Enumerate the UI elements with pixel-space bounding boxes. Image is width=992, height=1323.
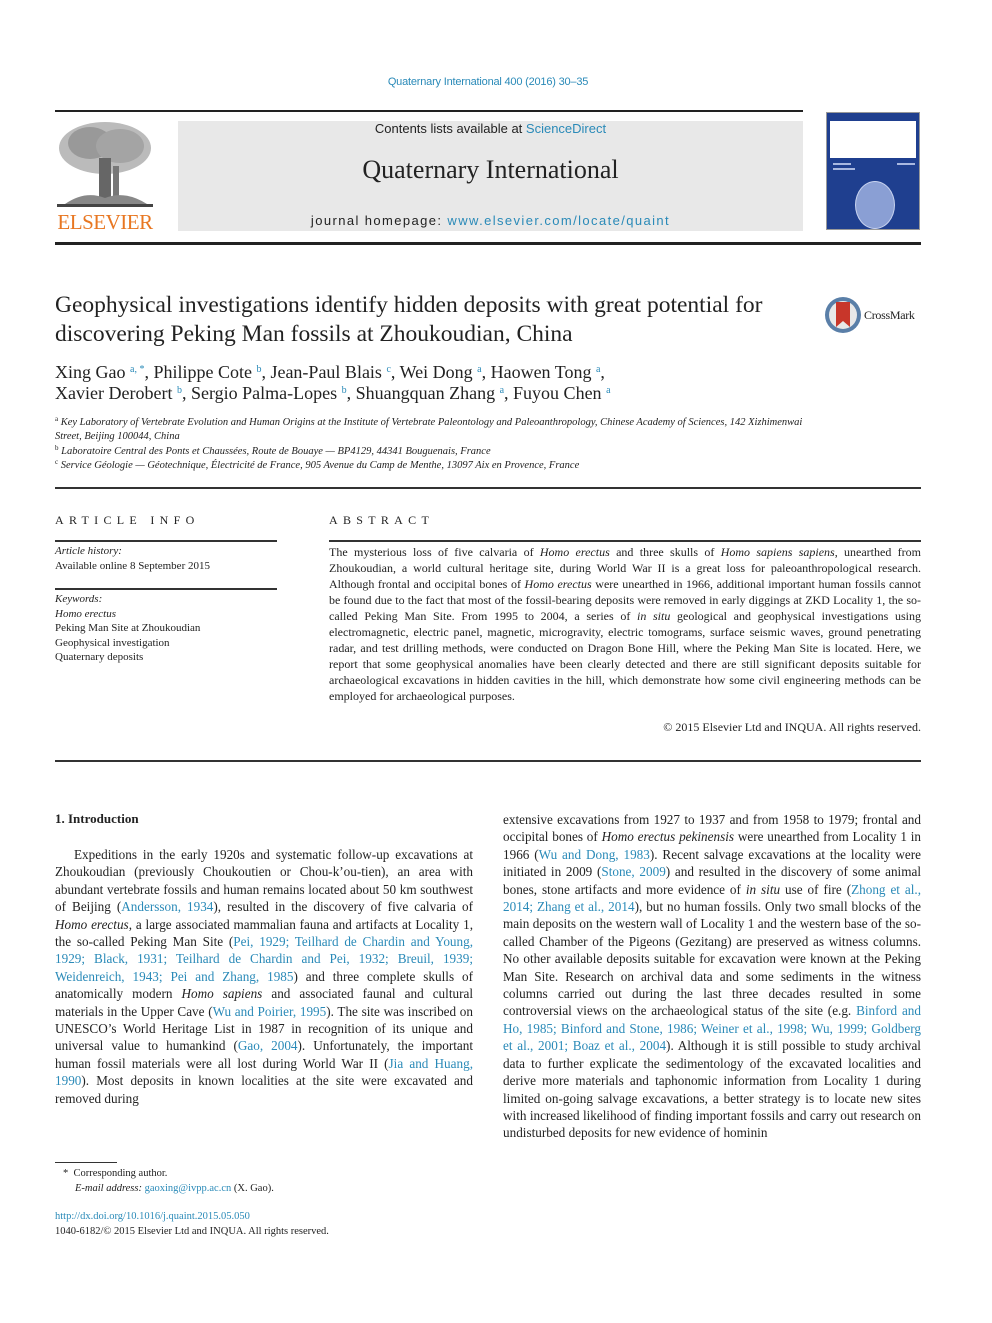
author-name: Xing Gao	[55, 362, 126, 382]
text-run: use of fire (	[780, 881, 852, 897]
article-info-heading: ARTICLE INFO	[55, 513, 200, 527]
author-name: Jean-Paul Blais	[270, 362, 382, 382]
italic-term: Homo erectus	[55, 916, 129, 932]
citation-link[interactable]: Wu and Dong, 1983	[539, 847, 650, 862]
header-top-rule	[55, 110, 803, 112]
contents-line: Contents lists available at ScienceDirec…	[178, 121, 803, 136]
article-history-value: Available online 8 September 2015	[55, 559, 210, 572]
citation-link[interactable]: Andersson, 1934	[121, 899, 213, 914]
keywords-rule	[55, 588, 277, 590]
footnote-rule	[55, 1162, 117, 1163]
section-heading-introduction: 1. Introduction	[55, 811, 139, 826]
cover-text-line	[833, 163, 851, 165]
citation-link[interactable]: Wu and Poirier, 1995	[213, 1004, 327, 1019]
author-name: Shuangquan Zhang	[355, 383, 496, 403]
body-column-left: Expeditions in the early 1920s and syste…	[55, 846, 473, 1107]
email-label: E-mail address:	[75, 1183, 142, 1194]
body-column-right: extensive excavations from 1927 to 1937 …	[503, 811, 921, 1142]
cover-seal-icon	[855, 181, 895, 229]
author-name: Wei Dong	[399, 362, 473, 382]
keyword-item: Homo erectus	[55, 607, 116, 620]
abstract-rule	[329, 540, 921, 542]
text-run: and three skulls of	[609, 545, 721, 559]
article-history: Article history: Available online 8 Sept…	[55, 544, 277, 573]
doi-link[interactable]: http://dx.doi.org/10.1016/j.quaint.2015.…	[55, 1211, 250, 1222]
keyword-item: Peking Man Site at Zhoukoudian	[55, 622, 201, 634]
corresponding-author-footnote: * Corresponding author. E-mail address: …	[55, 1166, 475, 1196]
italic-term: in situ	[745, 881, 781, 897]
email-suffix: (X. Gao).	[231, 1183, 274, 1194]
sciencedirect-link[interactable]: ScienceDirect	[526, 121, 606, 136]
author-name: Haowen Tong	[490, 362, 592, 382]
abstract-heading: ABSTRACT	[329, 513, 435, 527]
journal-homepage-line: journal homepage: www.elsevier.com/locat…	[178, 213, 803, 228]
article-history-label: Article history:	[55, 545, 122, 557]
author-affiliation-link[interactable]: a	[500, 385, 504, 396]
italic-term: Homo sapiens sapiens	[720, 545, 835, 559]
italic-term: Homo erectus	[524, 577, 592, 591]
author-affiliation-link[interactable]: a, *	[130, 364, 144, 375]
text-run: ), resulted in the discovery of five cal…	[213, 899, 473, 915]
affiliation-item: c Service Géologie — Géotechnique, Élect…	[55, 457, 580, 471]
crossmark-button[interactable]: CrossMark	[824, 294, 934, 336]
journal-cover-thumbnail[interactable]	[826, 112, 920, 230]
author-name: Philippe Cote	[153, 362, 252, 382]
journal-citation-link[interactable]: Quaternary International 400 (2016) 30–3…	[0, 76, 976, 88]
title-section-rule	[55, 487, 921, 489]
author-name: Xavier Derobert	[55, 383, 173, 403]
author-name: Sergio Palma-Lopes	[190, 383, 338, 403]
elsevier-wordmark: ELSEVIER	[57, 210, 153, 234]
affiliation-key: c	[55, 457, 59, 466]
author-affiliation-link[interactable]: c	[386, 364, 390, 375]
text-run: ). Most deposits in known localities at …	[55, 1073, 473, 1106]
header-bottom-rule	[55, 242, 921, 245]
affiliation-item: a Key Laboratory of Vertebrate Evolution…	[55, 415, 803, 443]
keyword-item: Quaternary deposits	[55, 651, 144, 663]
affiliation-key: a	[55, 415, 59, 423]
crossmark-icon	[825, 297, 861, 333]
abstract-text: The mysterious loss of five calvaria of …	[329, 544, 921, 704]
italic-term: Homo sapiens	[181, 986, 263, 1002]
author-affiliation-link[interactable]: b	[342, 385, 347, 396]
affiliation-list: a Key Laboratory of Vertebrate Evolution…	[55, 416, 815, 473]
italic-term: in situ	[637, 609, 671, 623]
homepage-prefix: journal homepage:	[310, 213, 448, 228]
abstract-copyright: © 2015 Elsevier Ltd and INQUA. All right…	[663, 720, 921, 734]
email-link[interactable]: gaoxing@ivpp.ac.cn	[145, 1183, 232, 1194]
citation-link[interactable]: Stone, 2009	[601, 864, 665, 879]
article-info-rule	[55, 540, 277, 542]
affiliation-key: b	[55, 443, 59, 452]
issn-copyright: 1040-6182/© 2015 Elsevier Ltd and INQUA.…	[55, 1226, 329, 1237]
keyword-item: Geophysical investigation	[55, 636, 170, 649]
author-affiliation-link[interactable]: a	[477, 364, 481, 375]
author-affiliation-link[interactable]: b	[177, 385, 182, 396]
text-run: ), but no human fossils. Only two small …	[503, 899, 921, 1019]
text-run: ). Although it is still possible to stud…	[503, 1038, 921, 1141]
article-title: Geophysical investigations identify hidd…	[55, 292, 763, 347]
contents-prefix: Contents lists available at	[374, 121, 526, 136]
keywords-label: Keywords:	[55, 593, 103, 605]
keywords-block: Keywords: Homo erectus Peking Man Site a…	[55, 592, 277, 665]
author-affiliation-link[interactable]: a	[596, 364, 600, 375]
author-list: Xing Gao a, *, Philippe Cote b, Jean-Pau…	[55, 362, 611, 403]
author-affiliation-link[interactable]: b	[256, 364, 261, 375]
affiliation-item: b Laboratoire Central des Ponts et Chaus…	[55, 443, 491, 457]
corresponding-label: Corresponding author.	[73, 1168, 168, 1179]
crossmark-label: CrossMark	[864, 308, 915, 322]
italic-term: Homo erectus pekinensis	[601, 829, 735, 845]
cover-text-line	[897, 163, 915, 165]
body-top-rule	[55, 760, 921, 762]
footnote-mark: *	[63, 1168, 69, 1179]
cover-text-line	[833, 168, 855, 170]
citation-link[interactable]: Gao, 2004	[238, 1038, 298, 1053]
text-run: geological and geophysical investigation…	[329, 609, 921, 703]
journal-homepage-link[interactable]: www.elsevier.com/locate/quaint	[447, 213, 670, 228]
italic-term: Homo erectus	[539, 545, 610, 559]
cover-title-band	[830, 121, 916, 158]
author-name: Fuyou Chen	[513, 383, 602, 403]
text-run: The mysterious loss of five calvaria of	[329, 545, 540, 559]
journal-name: Quaternary International	[362, 155, 619, 184]
author-affiliation-link[interactable]: a	[606, 385, 610, 396]
